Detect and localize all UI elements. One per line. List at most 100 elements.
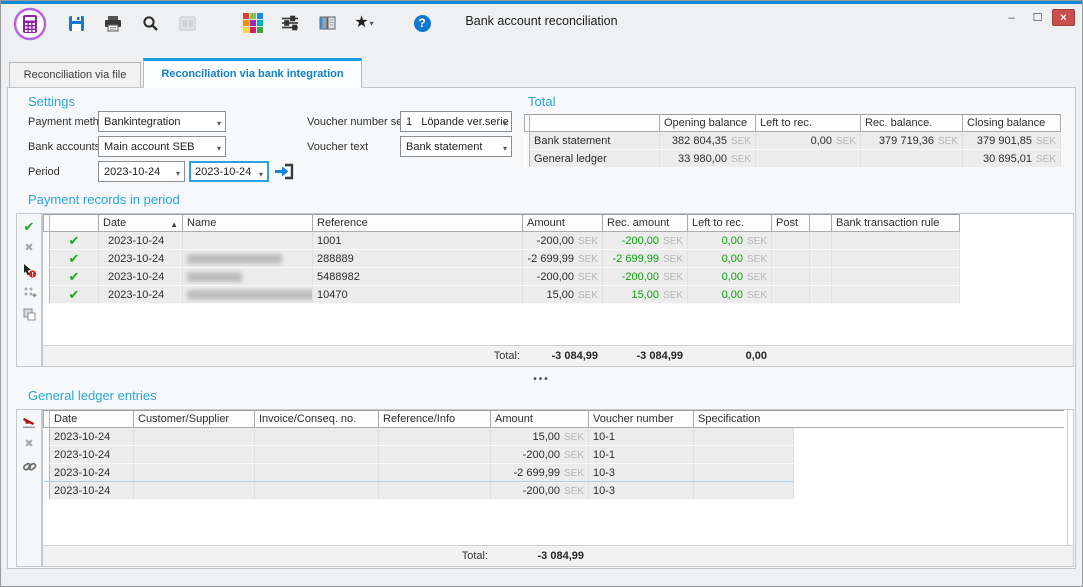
- col-rec-amount[interactable]: Rec. amount: [603, 215, 688, 232]
- currency-label: SEK: [564, 486, 584, 497]
- tab-reconciliation-via-bank-integration[interactable]: Reconciliation via bank integration: [143, 58, 362, 88]
- col-customer-supplier[interactable]: Customer/Supplier: [134, 411, 255, 428]
- search-icon[interactable]: [139, 13, 161, 33]
- color-settings-icon[interactable]: [242, 13, 264, 33]
- redacted-name: [187, 254, 282, 264]
- ledger-row[interactable]: 2023-10-24 -200,00SEK 10-1: [44, 446, 794, 464]
- splitter-handle[interactable]: •••: [8, 374, 1075, 385]
- col-post[interactable]: Post: [772, 215, 810, 232]
- ledger-section-title: General ledger entries: [28, 388, 157, 403]
- voucher-text-select[interactable]: Bank statement ▾: [400, 136, 512, 157]
- payment-records-total-row: Total: -3 084,99 -3 084,99 0,00: [43, 345, 1073, 366]
- favorites-star-icon[interactable]: ★▾: [353, 13, 375, 33]
- payment-row[interactable]: ✔ 2023-10-24 288889 -2 699,99SEK -2 699,…: [44, 250, 960, 268]
- ledger-row-selected[interactable]: 2023-10-24 -2 699,99SEK 10-3: [44, 464, 794, 482]
- period-label: Period: [28, 166, 60, 178]
- payment-row[interactable]: ✔ 2023-10-24 5488982 -200,00SEK -200,00S…: [44, 268, 960, 286]
- col-amount[interactable]: Amount: [523, 215, 603, 232]
- ledger-row[interactable]: 2023-10-24 -200,00SEK 10-3: [44, 482, 794, 500]
- delete-entry-icon[interactable]: ✖: [21, 437, 37, 452]
- help-icon[interactable]: ?: [411, 13, 433, 33]
- col-voucher-number[interactable]: Voucher number: [589, 411, 694, 428]
- unmatch-icon[interactable]: ✖: [21, 241, 37, 256]
- col-left-to-rec[interactable]: Left to rec.: [688, 215, 772, 232]
- content-panel: Settings Payment method Bankintegration …: [7, 87, 1076, 569]
- total-col-opening[interactable]: Opening balance: [660, 115, 756, 132]
- payment-method-select[interactable]: Bankintegration ▾: [98, 111, 226, 132]
- currency-label: SEK: [578, 254, 598, 265]
- payment-row[interactable]: ✔ 2023-10-24 1001 -200,00SEK -200,00SEK …: [44, 232, 960, 250]
- redacted-name: [187, 272, 242, 282]
- currency-label: SEK: [663, 236, 683, 247]
- currency-label: SEK: [1036, 136, 1056, 147]
- col-invoice-conseq-no[interactable]: Invoice/Conseq. no.: [255, 411, 379, 428]
- voucher-series-select[interactable]: 1 Löpande ver.serie ▾: [400, 111, 512, 132]
- app-window: ★▾ ? Bank account reconciliation – ☐ × R…: [0, 0, 1083, 587]
- edit-pen-icon[interactable]: [21, 415, 37, 430]
- calculator-app-logo-icon[interactable]: [13, 7, 47, 41]
- currency-label: SEK: [578, 290, 598, 301]
- total-amount: -3 084,99: [520, 350, 598, 362]
- matched-check-icon: ✔: [69, 233, 80, 248]
- total-label: Total:: [43, 550, 488, 562]
- total-row-general-ledger[interactable]: General ledger 33 980,00SEK 30 895,01SEK: [525, 150, 1061, 168]
- total-rec-amount: -3 084,99: [598, 350, 683, 362]
- matched-check-icon: ✔: [69, 251, 80, 266]
- total-col-left[interactable]: Left to rec.: [756, 115, 861, 132]
- copy-record-icon[interactable]: [21, 307, 37, 322]
- save-icon[interactable]: [65, 13, 87, 33]
- ledger-table: Date Customer/Supplier Invoice/Conseq. n…: [43, 410, 794, 500]
- settings-sliders-icon[interactable]: [279, 13, 301, 33]
- col-date[interactable]: Date▲: [99, 215, 183, 232]
- col-matched[interactable]: [50, 215, 99, 232]
- bank-accounts-select[interactable]: Main account SEB ▾: [98, 136, 226, 157]
- add-records-icon[interactable]: [21, 285, 37, 300]
- total-section-title: Total: [528, 94, 555, 109]
- chevron-down-icon: ▾: [503, 119, 507, 128]
- currency-label: SEK: [747, 236, 767, 247]
- col-specification[interactable]: Specification: [694, 411, 794, 428]
- period-to-select[interactable]: 2023-10-24 ▾: [189, 161, 269, 182]
- col-amount[interactable]: Amount: [491, 411, 589, 428]
- minimize-button[interactable]: –: [1000, 9, 1023, 26]
- col-reference-info[interactable]: Reference/Info: [379, 411, 491, 428]
- print-icon[interactable]: [102, 13, 124, 33]
- currency-label: SEK: [564, 432, 584, 443]
- col-reference[interactable]: Reference: [313, 215, 523, 232]
- currency-label: SEK: [836, 136, 856, 147]
- payment-row[interactable]: ✔ 2023-10-24 10470 15,00SEK 15,00SEK 0,0…: [44, 286, 960, 304]
- link-icon[interactable]: [21, 459, 37, 474]
- chevron-down-icon: ▾: [217, 119, 221, 128]
- col-name[interactable]: Name: [183, 215, 313, 232]
- tab-reconciliation-via-file[interactable]: Reconciliation via file: [9, 62, 141, 88]
- period-from-select[interactable]: 2023-10-24 ▾: [98, 161, 185, 182]
- col-bank-transaction-rule[interactable]: Bank transaction rule: [832, 215, 960, 232]
- manual-match-alert-icon[interactable]: [21, 263, 37, 278]
- col-mini: [810, 215, 832, 232]
- maximize-button[interactable]: ☐: [1026, 9, 1049, 26]
- chevron-down-icon: ▾: [259, 170, 263, 179]
- manual-book-icon[interactable]: [316, 13, 338, 33]
- currency-label: SEK: [747, 272, 767, 283]
- star-dropdown-caret-icon[interactable]: ▾: [370, 19, 374, 28]
- ledger-right-edge: [1067, 410, 1068, 545]
- currency-label: SEK: [663, 290, 683, 301]
- ledger-total-row: Total: -3 084,99: [43, 545, 1073, 566]
- total-col-rec[interactable]: Rec. balance.: [861, 115, 963, 132]
- ledger-row[interactable]: 2023-10-24 15,00SEK 10-1: [44, 428, 794, 446]
- titlebar: ★▾ ? Bank account reconciliation – ☐ ×: [1, 4, 1082, 42]
- load-period-button[interactable]: [274, 161, 296, 182]
- total-table: Opening balance Left to rec. Rec. balanc…: [524, 114, 1061, 168]
- sort-ascending-icon: ▲: [170, 220, 178, 229]
- match-approve-icon[interactable]: ✔: [21, 219, 37, 234]
- total-left-to-rec: 0,00: [683, 350, 767, 362]
- bank-accounts-label: Bank accounts: [28, 141, 100, 153]
- currency-label: SEK: [578, 236, 598, 247]
- col-date[interactable]: Date: [50, 411, 134, 428]
- chevron-down-icon: ▾: [217, 144, 221, 153]
- ledger-panel: Date Customer/Supplier Invoice/Conseq. n…: [42, 409, 1074, 567]
- total-col-closing[interactable]: Closing balance: [963, 115, 1061, 132]
- matched-check-icon: ✔: [69, 287, 80, 302]
- total-row-bank-statement[interactable]: Bank statement 382 804,35SEK 0,00SEK 379…: [525, 132, 1061, 150]
- close-button[interactable]: ×: [1052, 9, 1075, 26]
